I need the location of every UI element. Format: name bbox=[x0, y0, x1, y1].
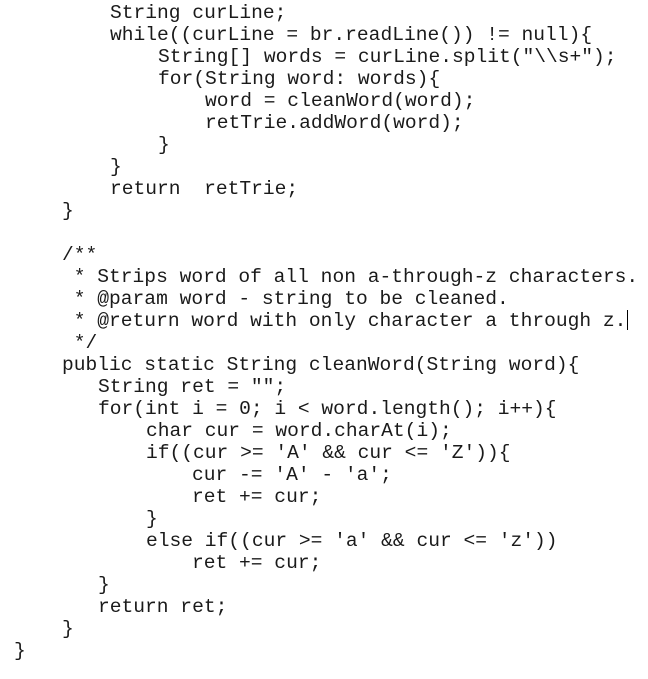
code-line-text: } bbox=[110, 156, 122, 178]
code-line: } bbox=[62, 200, 74, 222]
code-line: } bbox=[62, 618, 74, 640]
code-line-text: return retTrie; bbox=[110, 178, 299, 200]
code-line: while((curLine = br.readLine()) != null)… bbox=[110, 24, 592, 46]
code-line-text: } bbox=[98, 574, 110, 596]
code-line-text: } bbox=[62, 618, 74, 640]
code-line: return ret; bbox=[98, 596, 227, 618]
code-line: } bbox=[98, 574, 110, 596]
code-line-text: cur -= 'A' - 'a'; bbox=[192, 464, 392, 486]
code-line-text: public static String cleanWord(String wo… bbox=[62, 354, 580, 376]
code-line: public static String cleanWord(String wo… bbox=[62, 354, 579, 376]
code-line: String curLine; bbox=[110, 2, 286, 24]
code-line-text: char cur = word.charAt(i); bbox=[146, 420, 452, 442]
code-line: String ret = ""; bbox=[98, 376, 286, 398]
code-line-text: while((curLine = br.readLine()) != null)… bbox=[110, 24, 593, 46]
code-line: char cur = word.charAt(i); bbox=[146, 420, 452, 442]
code-line-text: } bbox=[158, 134, 170, 156]
code-line: ret += cur; bbox=[192, 552, 321, 574]
code-line-text: word = cleanWord(word); bbox=[205, 90, 476, 112]
code-line: */ bbox=[62, 332, 98, 354]
code-line: ret += cur; bbox=[192, 486, 321, 508]
code-line-text: /** bbox=[62, 244, 98, 266]
code-line-text: } bbox=[14, 640, 26, 662]
code-line-text: String curLine; bbox=[110, 2, 287, 24]
code-line: } bbox=[158, 134, 170, 156]
code-line-text: * Strips word of all non a-through-z cha… bbox=[62, 266, 639, 288]
code-line: } bbox=[110, 156, 122, 178]
code-line-text: * @return word with only character a thr… bbox=[62, 310, 627, 332]
code-line: return retTrie; bbox=[110, 178, 298, 200]
code-line-text: return ret; bbox=[98, 596, 228, 618]
code-line: String[] words = curLine.split("\\s+"); bbox=[158, 46, 617, 68]
code-line-text: } bbox=[146, 508, 158, 530]
code-line: /** bbox=[62, 244, 97, 266]
code-line-text: ret += cur; bbox=[192, 486, 322, 508]
code-line-text: else if((cur >= 'a' && cur <= 'z')) bbox=[146, 530, 558, 552]
code-line-text: for(String word: words){ bbox=[158, 68, 441, 90]
code-editor[interactable]: String curLine; while((curLine = br.readL… bbox=[0, 0, 648, 679]
code-line: cur -= 'A' - 'a'; bbox=[192, 464, 392, 486]
code-line-text: retTrie.addWord(word); bbox=[205, 112, 464, 134]
code-line: for(int i = 0; i < word.length(); i++){ bbox=[98, 398, 557, 420]
text-cursor bbox=[627, 310, 629, 330]
code-line-text: * @param word - string to be cleaned. bbox=[62, 288, 509, 310]
code-line: else if((cur >= 'a' && cur <= 'z')) bbox=[146, 530, 558, 552]
code-line-text: String[] words = curLine.split("\\s+"); bbox=[158, 46, 617, 68]
code-line-text: for(int i = 0; i < word.length(); i++){ bbox=[98, 398, 557, 420]
code-line: * @param word - string to be cleaned. bbox=[62, 288, 509, 310]
code-line-text: ret += cur; bbox=[192, 552, 322, 574]
code-line-text: */ bbox=[62, 332, 98, 354]
code-line: word = cleanWord(word); bbox=[205, 90, 475, 112]
code-line: for(String word: words){ bbox=[158, 68, 440, 90]
code-line: * Strips word of all non a-through-z cha… bbox=[62, 266, 638, 288]
code-line: retTrie.addWord(word); bbox=[205, 112, 464, 134]
code-line: } bbox=[146, 508, 158, 530]
code-line: * @return word with only character a thr… bbox=[62, 310, 629, 332]
code-line-text: } bbox=[62, 200, 74, 222]
code-line: if((cur >= 'A' && cur <= 'Z')){ bbox=[146, 442, 511, 464]
code-line-text: if((cur >= 'A' && cur <= 'Z')){ bbox=[146, 442, 511, 464]
code-line: } bbox=[14, 640, 26, 662]
code-line-text: String ret = ""; bbox=[98, 376, 287, 398]
